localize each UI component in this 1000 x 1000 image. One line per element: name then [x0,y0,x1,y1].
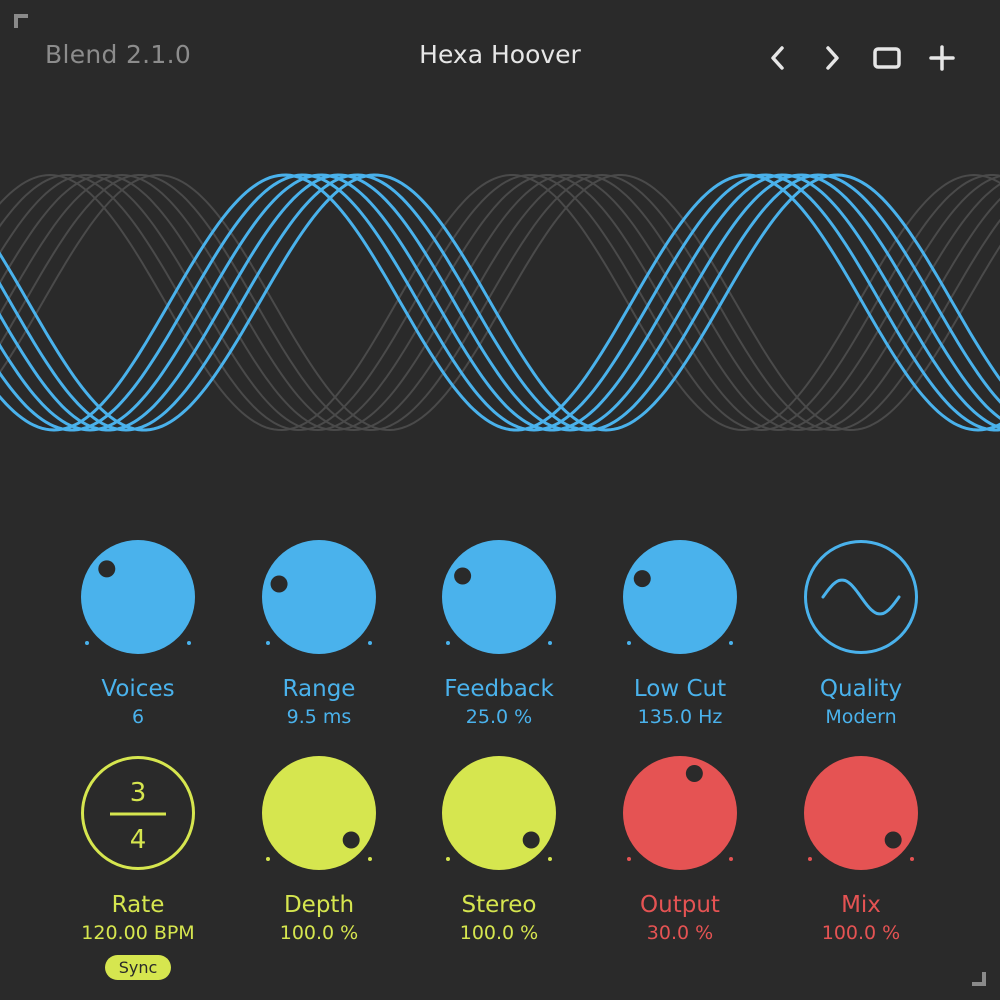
range-min-tick [446,641,450,645]
rate-label: Rate [111,892,165,918]
rate-denominator: 4 [130,825,147,855]
knob-indicator-dot [522,831,540,849]
range-min-tick [85,641,89,645]
sync-button[interactable]: Sync [104,955,172,980]
resize-corner-bottom-right[interactable] [972,972,986,986]
range-max-tick [368,641,372,645]
knob-indicator-dot [342,831,360,849]
knob-indicator-dot [98,560,116,578]
knob-indicator-dot [454,567,472,585]
range-min-tick [446,857,450,861]
range-knob[interactable] [249,537,389,667]
range-control: Range 9.5 ms [229,537,409,729]
output-control: Output 30.0 % [590,753,770,945]
voices-control: Voices 6 [48,537,228,729]
chevron-left-icon [771,46,784,70]
chevron-right-icon [826,46,839,70]
range-min-tick [266,857,270,861]
rate-numerator: 3 [130,778,147,808]
low-cut-control: Low Cut 135.0 Hz [590,537,770,729]
app-version: Blend 2.1.0 [45,40,192,69]
feedback-knob[interactable] [429,537,569,667]
output-value: 30.0 % [646,922,714,944]
active-voice-wave [0,173,1000,432]
knob-indicator-dot [633,570,651,588]
range-max-tick [729,857,733,861]
output-label: Output [640,892,720,918]
low-cut-label: Low Cut [633,676,727,702]
mix-value: 100.0 % [821,922,901,944]
knob-indicator-dot [270,575,288,593]
feedback-value: 25.0 % [465,706,533,728]
depth-knob[interactable] [249,753,389,883]
range-max-tick [729,641,733,645]
depth-value: 100.0 % [279,922,359,944]
window-button[interactable] [869,40,905,76]
low-cut-value: 135.0 Hz [637,706,723,728]
resize-corner-top-left [14,14,28,28]
prev-preset-button[interactable] [760,40,796,76]
range-value: 9.5 ms [286,706,352,728]
range-max-tick [910,857,914,861]
mix-label: Mix [841,892,881,918]
depth-control: Depth 100.0 % [229,753,409,945]
range-max-tick [548,857,552,861]
plus-icon [929,45,955,71]
voices-value: 6 [131,706,145,728]
range-label: Range [282,676,356,702]
knob-indicator-dot [685,765,703,783]
quality-label: Quality [819,676,903,702]
range-min-tick [627,857,631,861]
mix-knob[interactable] [791,753,931,883]
knob-indicator-dot [884,831,902,849]
rate-knob[interactable]: 34 [68,753,208,883]
rate-value: 120.00 BPM [81,922,195,944]
feedback-label: Feedback [444,676,554,702]
range-min-tick [266,641,270,645]
add-button[interactable] [924,40,960,76]
stereo-control: Stereo 100.0 % [409,753,589,945]
range-max-tick [368,857,372,861]
low-cut-knob[interactable] [610,537,750,667]
range-min-tick [808,857,812,861]
voices-label: Voices [101,676,175,702]
range-max-tick [187,641,191,645]
feedback-control: Feedback 25.0 % [409,537,589,729]
chorus-waveform-display [0,173,1000,432]
square-icon [873,47,901,69]
mix-control: Mix 100.0 % [771,753,951,945]
rate-control: 3 4 Rate 120.00 BPM Sync [48,753,228,980]
next-preset-button[interactable] [814,40,850,76]
quality-knob[interactable] [791,537,931,667]
quality-control: Quality Modern [771,537,951,729]
depth-label: Depth [283,892,355,918]
range-max-tick [548,641,552,645]
sine-wave-icon [821,578,901,616]
stereo-value: 100.0 % [459,922,539,944]
preset-name[interactable]: Hexa Hoover [300,40,700,69]
stereo-label: Stereo [461,892,537,918]
range-min-tick [627,641,631,645]
quality-value: Modern [825,706,897,728]
stereo-knob[interactable] [429,753,569,883]
output-knob[interactable] [610,753,750,883]
voices-knob[interactable] [68,537,208,667]
